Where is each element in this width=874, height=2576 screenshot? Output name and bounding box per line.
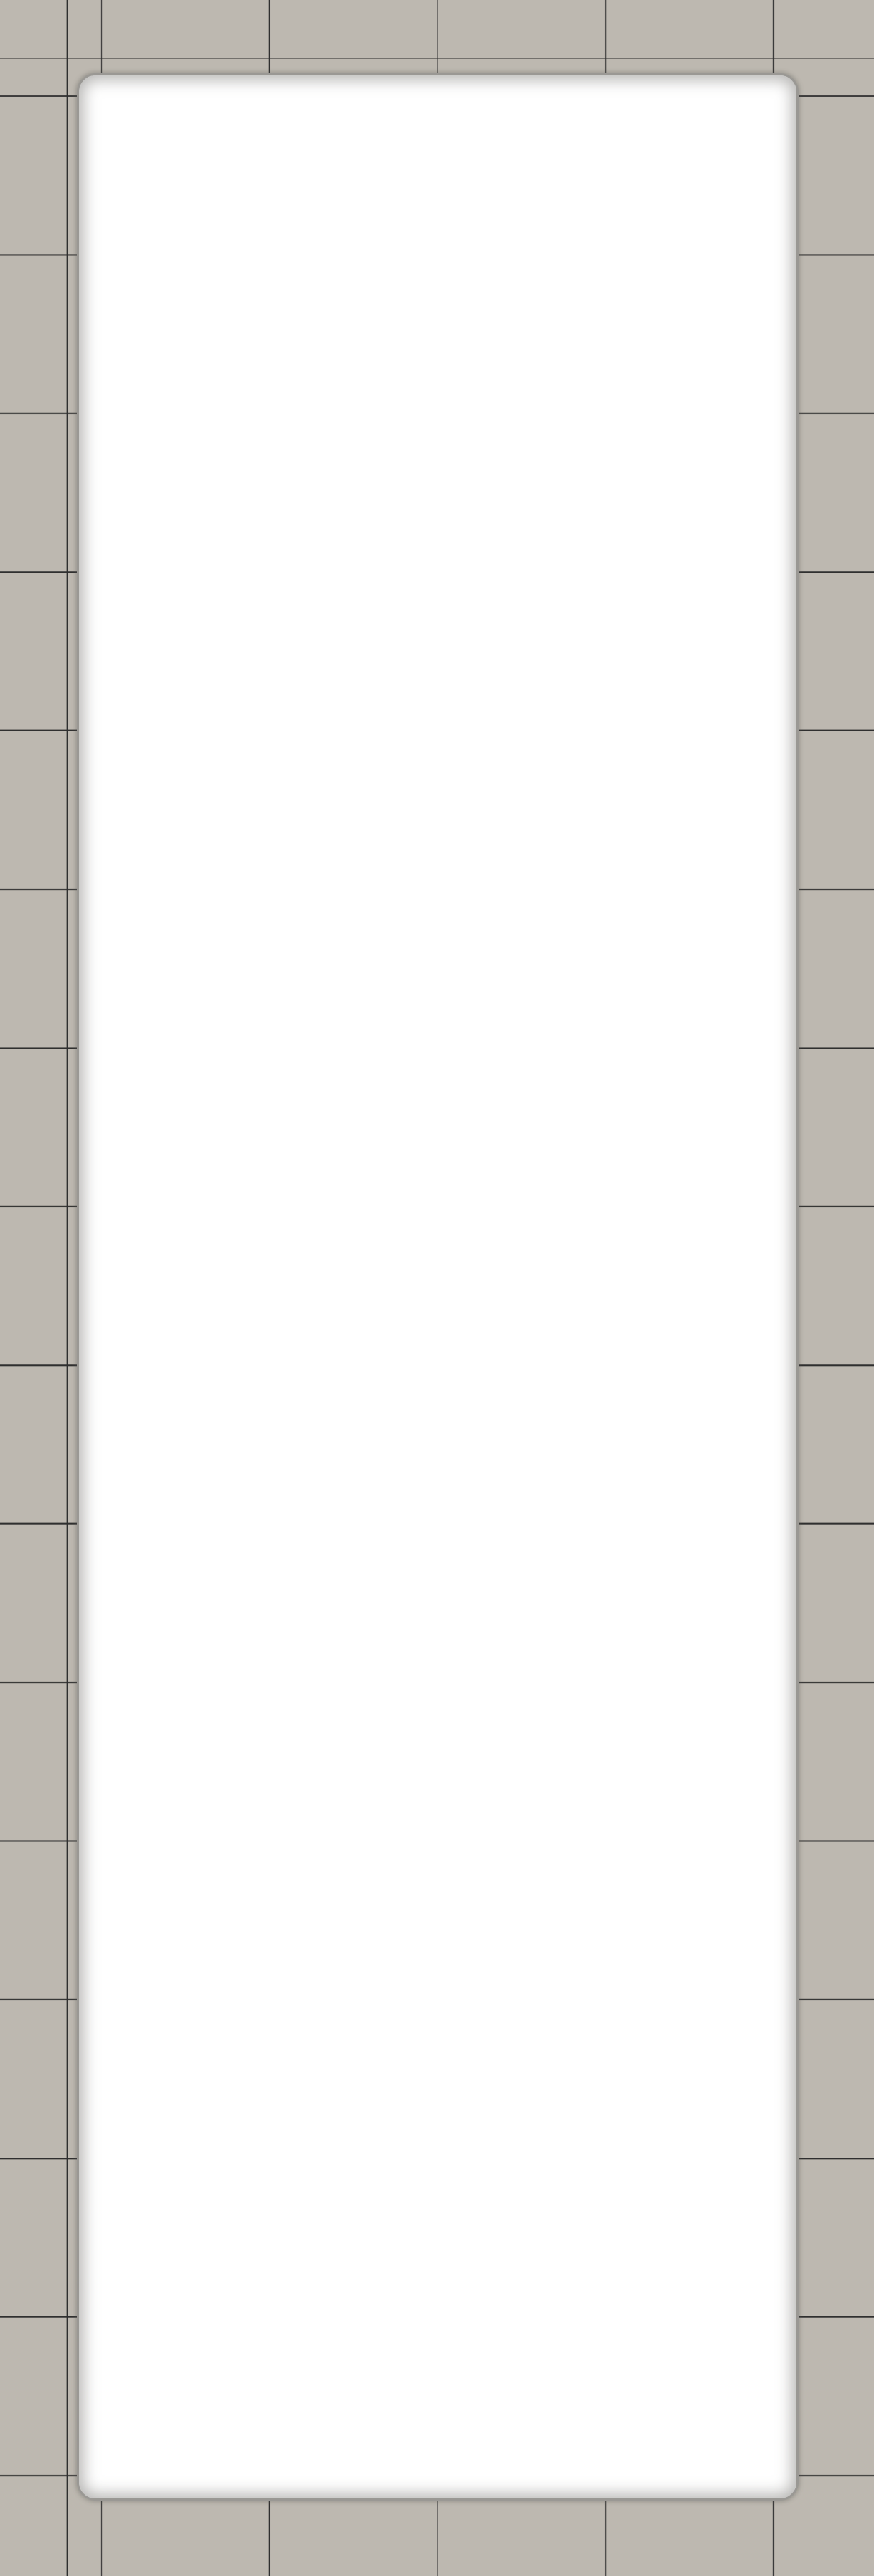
- content-panel: [77, 73, 799, 2501]
- content-area: [100, 97, 775, 2477]
- tiled-background: [0, 0, 874, 2576]
